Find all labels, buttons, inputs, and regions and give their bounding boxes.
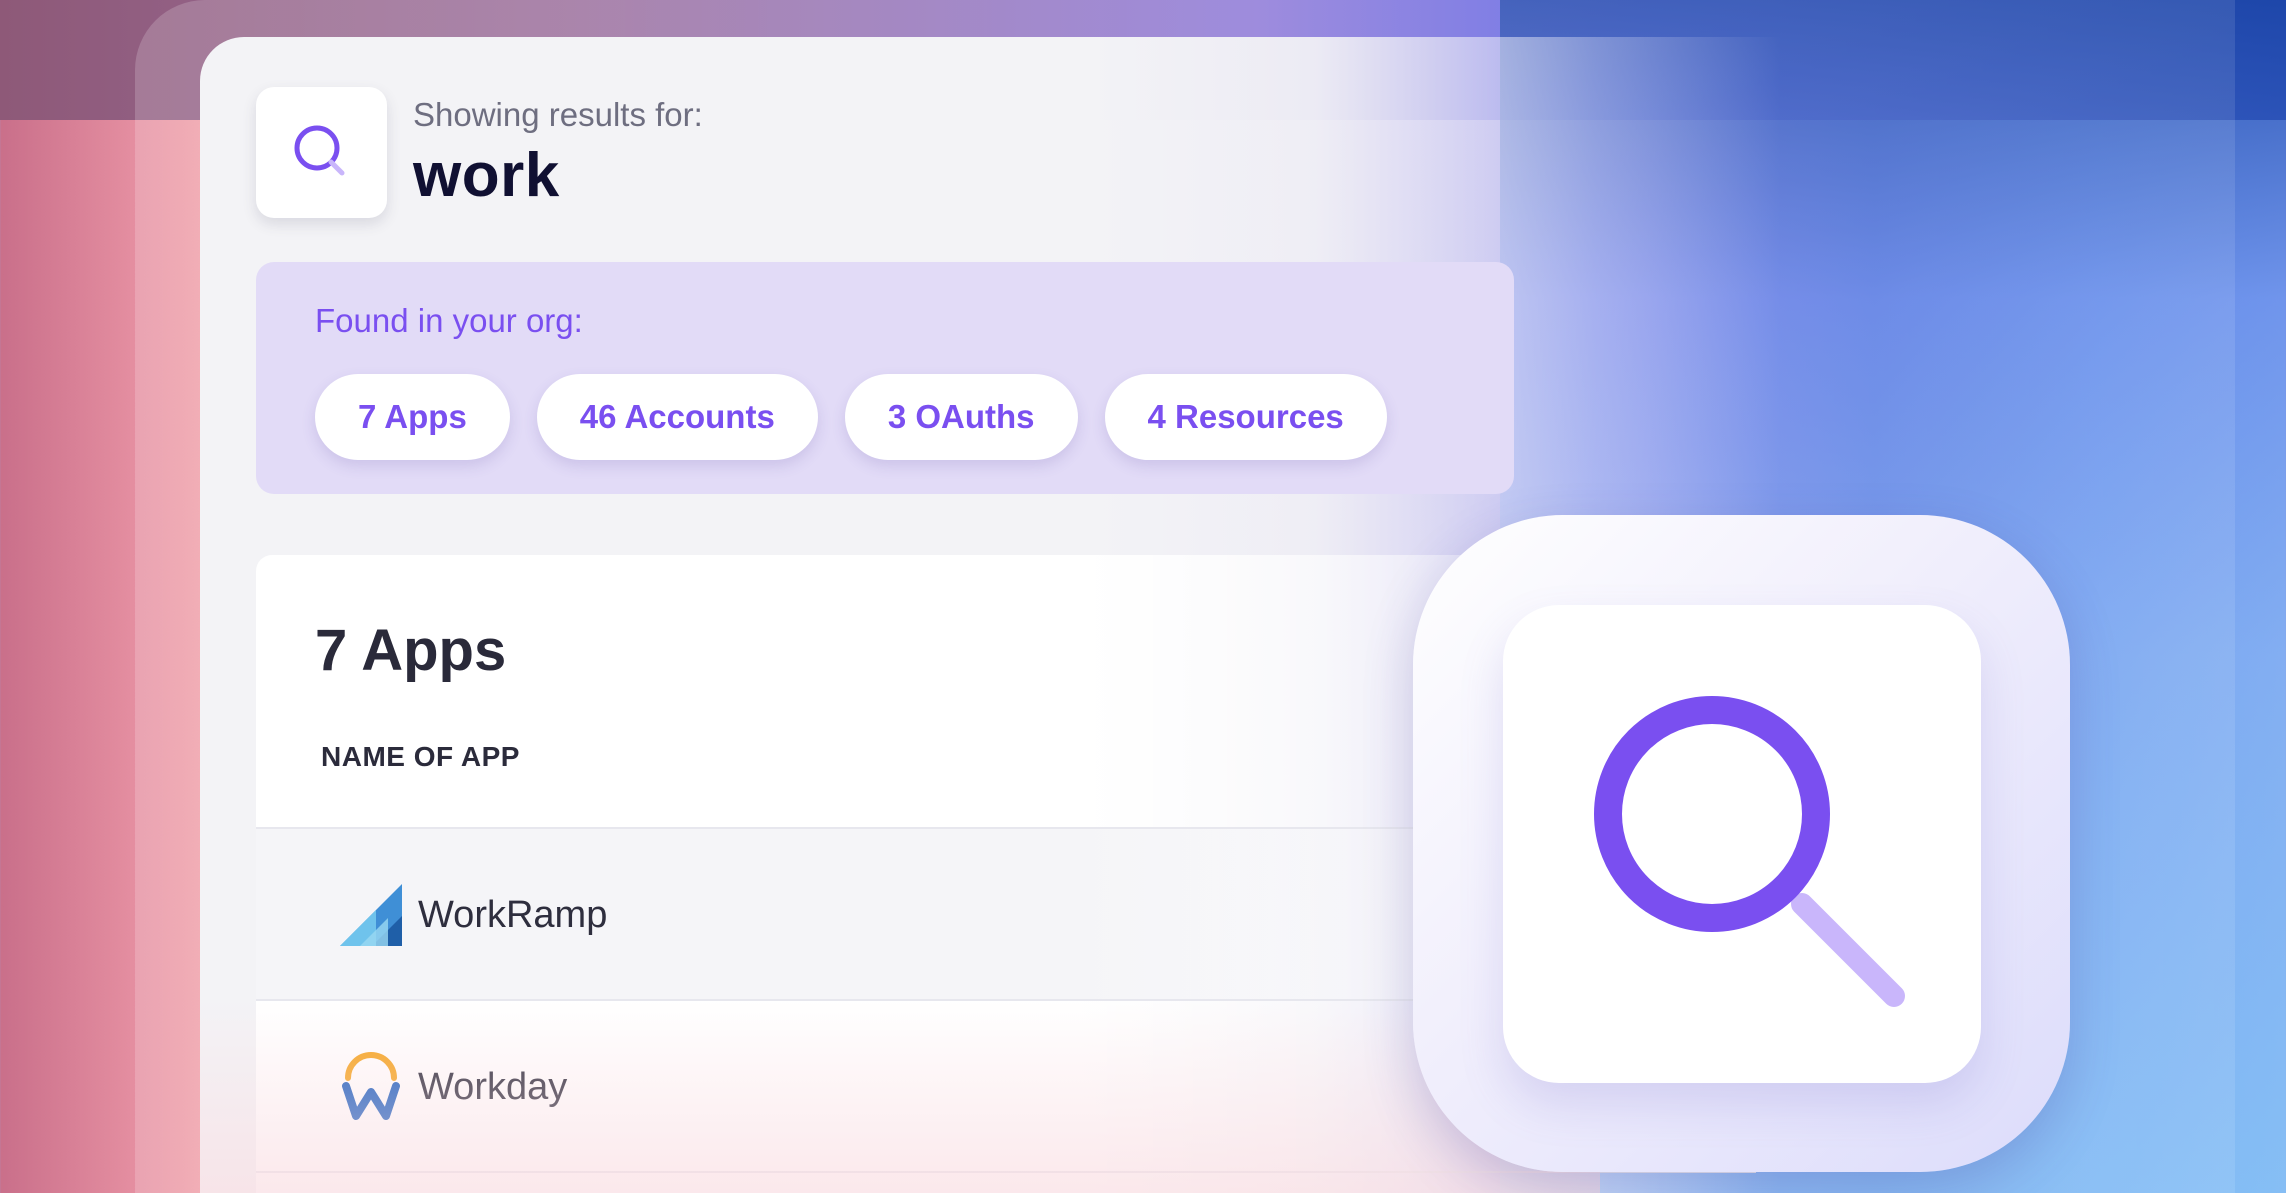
results-section-title: 7 Apps	[315, 618, 507, 683]
chip-oauths[interactable]: 3 OAuths	[844, 374, 1078, 460]
app-name: Workday	[418, 1065, 568, 1108]
found-in-org-label: Found in your org:	[315, 302, 583, 339]
workramp-logo-icon	[336, 880, 406, 950]
app-icon-tile	[1503, 605, 1981, 1083]
column-header-app-name: NAME OF APP	[321, 741, 520, 772]
table-row	[256, 1171, 1756, 1193]
workday-logo-icon	[336, 1052, 406, 1122]
app-name: WorkRamp	[418, 893, 608, 936]
search-icon	[294, 125, 344, 175]
magnifier-app-icon	[1413, 515, 2070, 1172]
magnifier-icon	[1594, 696, 1905, 1007]
chip-accounts[interactable]: 46 Accounts	[536, 374, 818, 460]
search-query: work	[413, 141, 560, 210]
showing-results-label: Showing results for:	[413, 96, 703, 133]
found-in-org-panel: Found in your org: 7 Apps 46 Accounts 3 …	[256, 262, 1514, 494]
chip-apps[interactable]: 7 Apps	[315, 374, 510, 460]
result-type-chips: 7 Apps 46 Accounts 3 OAuths 4 Resources	[315, 374, 1387, 460]
search-button[interactable]	[256, 87, 387, 218]
chip-resources[interactable]: 4 Resources	[1104, 374, 1387, 460]
